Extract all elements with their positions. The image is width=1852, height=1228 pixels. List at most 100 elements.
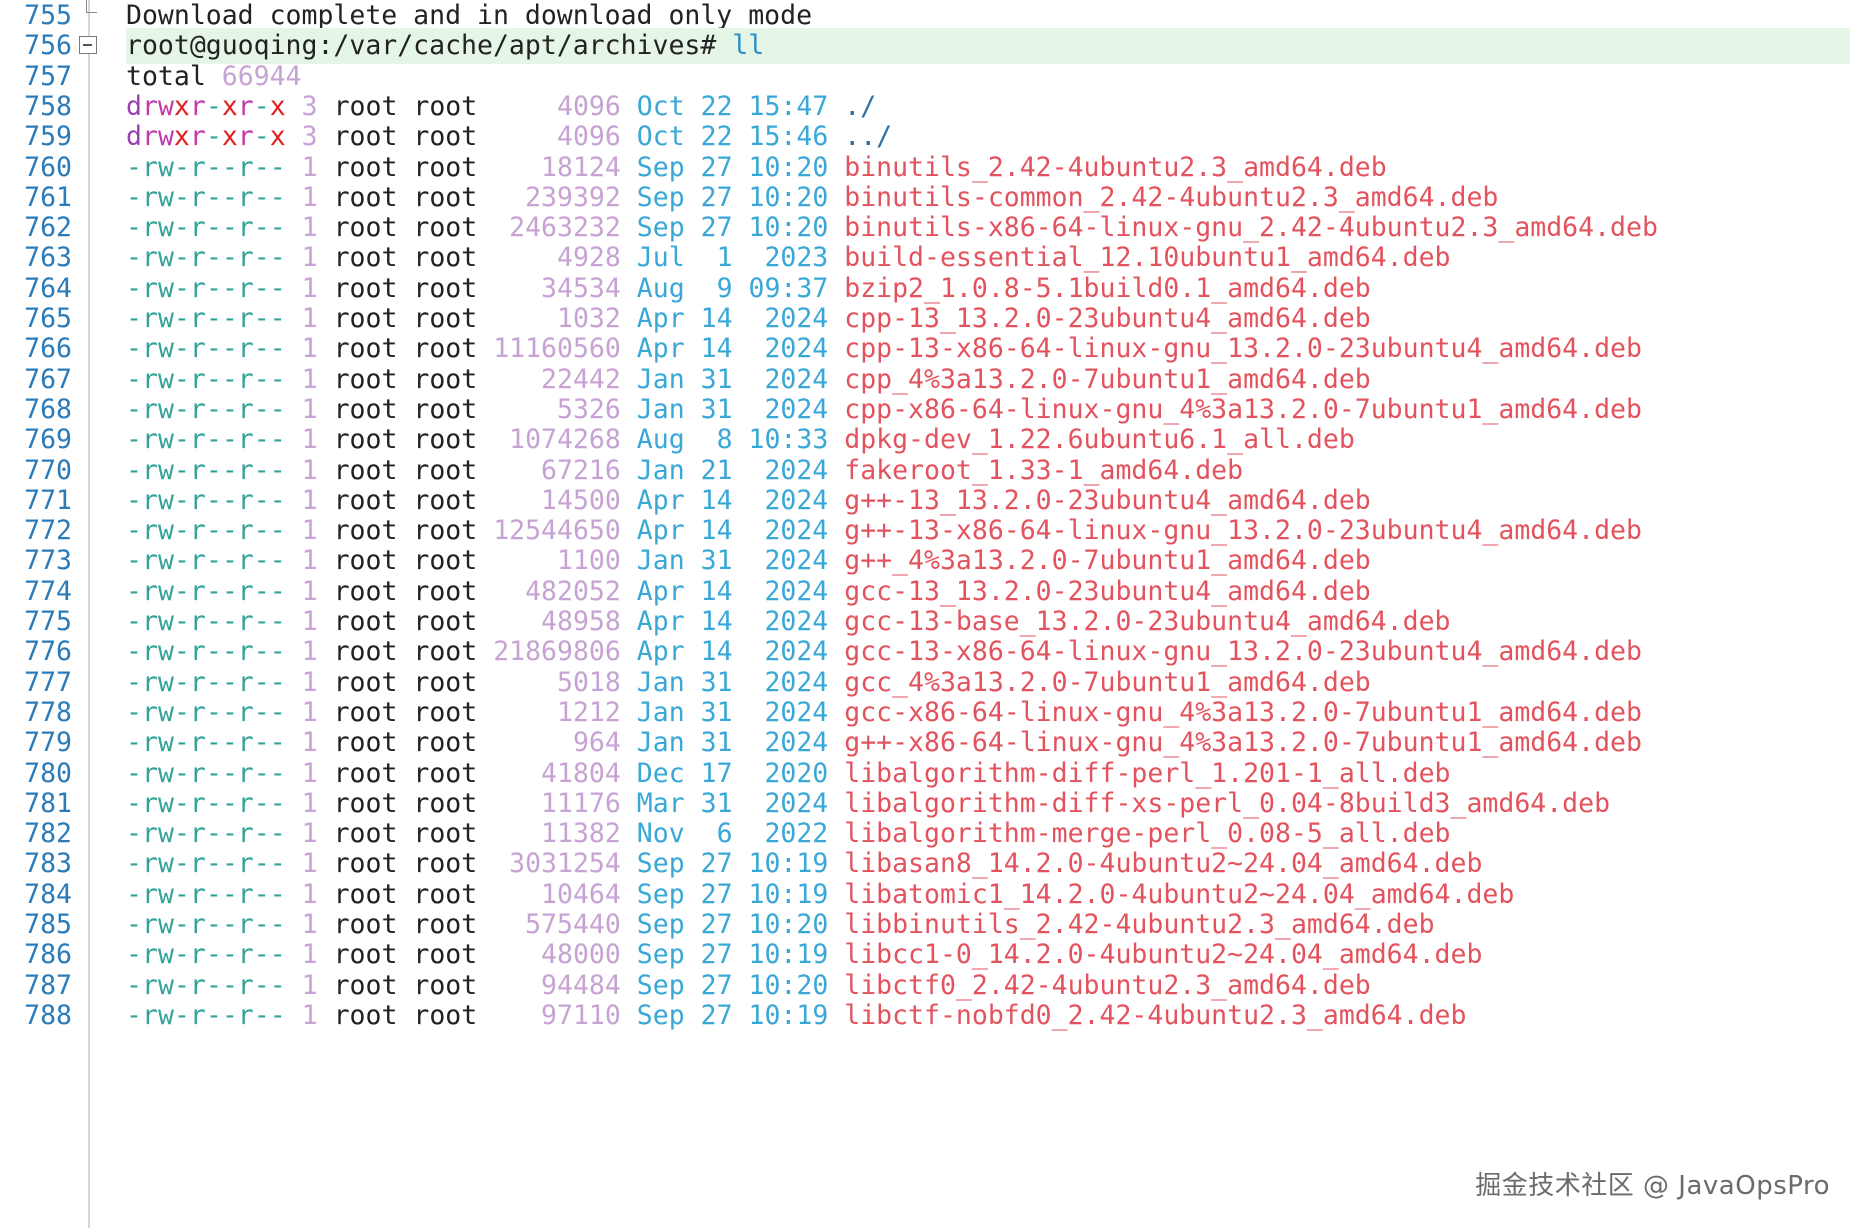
shell-prompt: root@guoqing:/var/cache/apt/archives# bbox=[126, 30, 733, 62]
file-month: Apr bbox=[636, 636, 685, 668]
permissions: -rw-r--r-- bbox=[126, 787, 286, 819]
file-owner: root bbox=[333, 515, 398, 547]
permissions: -rw-r--r-- bbox=[126, 727, 286, 759]
file-owner: root bbox=[333, 696, 398, 728]
file-owner: root bbox=[333, 878, 398, 910]
file-month: Jan bbox=[636, 666, 685, 698]
file-month: Jul bbox=[636, 242, 685, 274]
file-name: cpp-13_13.2.0-23ubuntu4_amd64.deb bbox=[844, 303, 1371, 334]
file-name: g++-x86-64-linux-gnu_4%3a13.2.0-7ubuntu1… bbox=[844, 727, 1642, 759]
permissions: -rw-r--r-- bbox=[126, 545, 286, 577]
link-count: 1 bbox=[301, 757, 318, 789]
permissions: -rw-r--r-- bbox=[126, 909, 286, 940]
line-number: 788 bbox=[24, 999, 72, 1031]
link-count: 1 bbox=[301, 393, 318, 425]
file-group: root bbox=[413, 606, 478, 637]
file-month: Apr bbox=[636, 515, 685, 547]
file-month: Apr bbox=[636, 606, 685, 637]
file-group: root bbox=[413, 999, 478, 1031]
file-month: Jan bbox=[636, 696, 685, 728]
file-group: root bbox=[413, 818, 478, 850]
permissions: -rw-r--r-- bbox=[126, 848, 286, 880]
file-group: root bbox=[413, 303, 478, 334]
link-count: 1 bbox=[301, 636, 318, 668]
file-owner: root bbox=[333, 848, 398, 880]
permissions: -rw-r--r-- bbox=[126, 696, 286, 728]
file-owner: root bbox=[333, 606, 398, 637]
file-month: Jan bbox=[636, 363, 685, 395]
link-count: 1 bbox=[301, 787, 318, 819]
file-owner: root bbox=[333, 818, 398, 850]
link-count: 3 bbox=[301, 121, 318, 153]
file-group: root bbox=[413, 515, 478, 547]
permissions: -rw-r--r-- bbox=[126, 939, 286, 971]
link-count: 1 bbox=[301, 181, 318, 213]
total-label: total bbox=[126, 60, 222, 92]
file-month: Nov bbox=[636, 818, 685, 850]
file-group: root bbox=[413, 666, 478, 698]
file-group: root bbox=[413, 151, 478, 183]
fold-collapse-icon[interactable] bbox=[79, 36, 97, 55]
permissions: -rw-r--r-- bbox=[126, 757, 286, 789]
file-time: 10:19 bbox=[748, 999, 829, 1031]
file-owner: root bbox=[333, 909, 398, 940]
terminal-log-editor: 755 Download complete and in download onl… bbox=[0, 0, 1852, 1228]
file-name: binutils_2.42-4ubuntu2.3_amd64.deb bbox=[844, 151, 1387, 183]
file-group: root bbox=[413, 181, 478, 213]
file-owner: root bbox=[333, 787, 398, 819]
file-name: gcc-x86-64-linux-gnu_4%3a13.2.0-7ubuntu1… bbox=[844, 696, 1642, 728]
link-count: 1 bbox=[301, 545, 318, 577]
file-name: binutils-common_2.42-4ubuntu2.3_amd64.de… bbox=[844, 181, 1499, 213]
permissions: -rw-r--r-- bbox=[126, 999, 286, 1031]
file-owner: root bbox=[333, 272, 398, 304]
file-owner: root bbox=[333, 151, 398, 183]
file-month: Oct bbox=[636, 90, 685, 122]
permissions: -rw-r--r-- bbox=[126, 484, 286, 516]
permissions: -rw-r--r-- bbox=[126, 969, 286, 1001]
file-group: root bbox=[413, 333, 478, 365]
file-group: root bbox=[413, 727, 478, 759]
file-group: root bbox=[413, 212, 478, 244]
permissions: -rw-r--r-- bbox=[126, 242, 286, 274]
file-group: root bbox=[413, 90, 478, 122]
permissions: drwxr-xr-x bbox=[126, 121, 286, 153]
link-count: 1 bbox=[301, 848, 318, 880]
file-name: libalgorithm-diff-xs-perl_0.04-8build3_a… bbox=[844, 787, 1611, 819]
file-group: root bbox=[413, 787, 478, 819]
file-name: bzip2_1.0.8-5.1build0.1_amd64.deb bbox=[844, 272, 1371, 304]
file-owner: root bbox=[333, 636, 398, 668]
file-owner: root bbox=[333, 242, 398, 274]
permissions: -rw-r--r-- bbox=[126, 181, 286, 213]
file-month: Apr bbox=[636, 484, 685, 516]
file-name: libalgorithm-merge-perl_0.08-5_all.deb bbox=[844, 818, 1451, 850]
file-group: root bbox=[413, 484, 478, 516]
permissions: -rw-r--r-- bbox=[126, 878, 286, 910]
file-month: Jan bbox=[636, 454, 685, 486]
file-group: root bbox=[413, 272, 478, 304]
file-month: Oct bbox=[636, 121, 685, 153]
file-month: Sep bbox=[636, 909, 685, 940]
file-owner: root bbox=[333, 303, 398, 334]
file-owner: root bbox=[333, 90, 398, 122]
file-month: Apr bbox=[636, 575, 685, 607]
file-name: ./ bbox=[844, 90, 877, 122]
file-owner: root bbox=[333, 969, 398, 1001]
link-count: 1 bbox=[301, 515, 318, 547]
file-group: root bbox=[413, 696, 478, 728]
permissions: -rw-r--r-- bbox=[126, 333, 286, 365]
file-owner: root bbox=[333, 181, 398, 213]
permissions: -rw-r--r-- bbox=[126, 424, 286, 456]
file-name: build-essential_12.10ubuntu1_amd64.deb bbox=[844, 242, 1451, 274]
file-group: root bbox=[413, 121, 478, 153]
link-count: 1 bbox=[301, 212, 318, 244]
permissions: -rw-r--r-- bbox=[126, 212, 286, 244]
link-count: 1 bbox=[301, 939, 318, 971]
file-name: gcc-13-base_13.2.0-23ubuntu4_amd64.deb bbox=[844, 606, 1451, 637]
file-name: g++-13-x86-64-linux-gnu_13.2.0-23ubuntu4… bbox=[844, 515, 1642, 547]
file-name: gcc_4%3a13.2.0-7ubuntu1_amd64.deb bbox=[844, 666, 1371, 698]
file-group: root bbox=[413, 969, 478, 1001]
link-count: 1 bbox=[301, 666, 318, 698]
file-group: root bbox=[413, 575, 478, 607]
file-month: Sep bbox=[636, 151, 685, 183]
link-count: 1 bbox=[301, 696, 318, 728]
